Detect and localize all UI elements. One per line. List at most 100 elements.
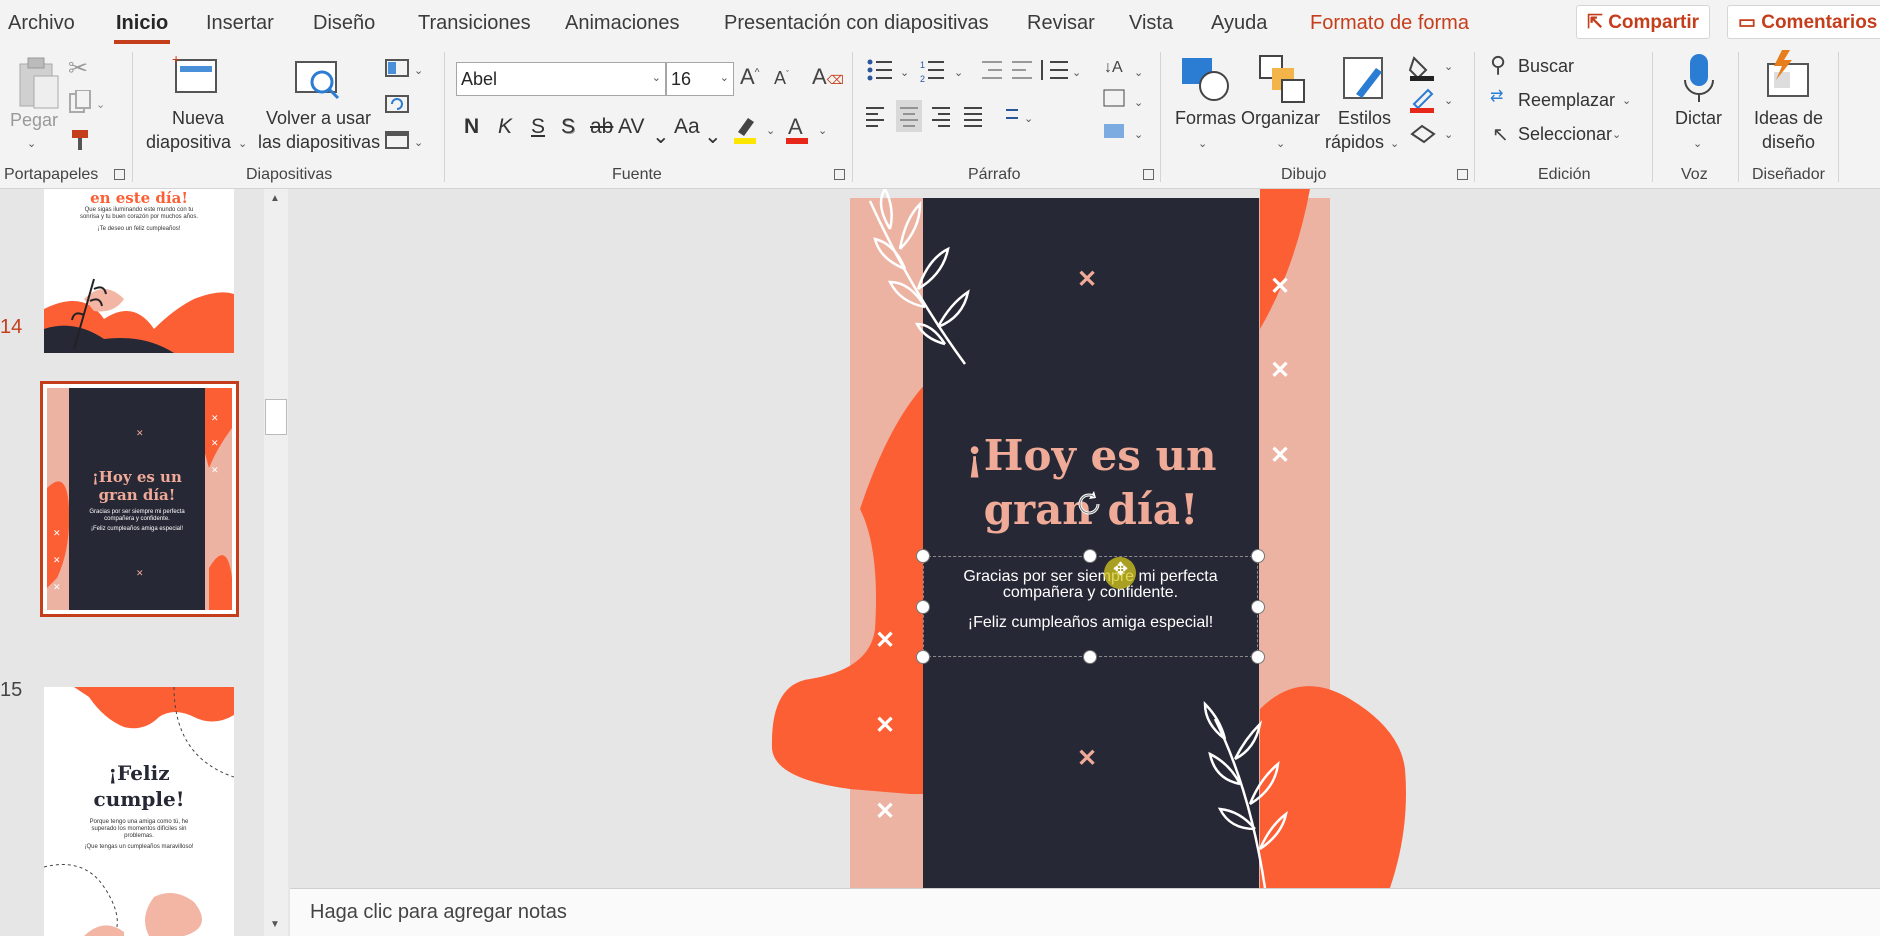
tab-transiciones[interactable]: Transiciones — [418, 12, 531, 35]
reuse-slides-label-2[interactable]: las diapositivas — [258, 130, 380, 154]
strikethrough-button[interactable]: ab — [590, 115, 613, 139]
replace-icon[interactable]: ⇄ — [1490, 86, 1503, 106]
cross-icon: ✕ — [1270, 357, 1291, 384]
paragraph-icons[interactable]: ⌄ 1 2 ⌄ ⌄ ⌄ ↓A ⌄ ⌄ ⌄ — [864, 56, 1164, 156]
new-slide-label-1[interactable]: Nueva — [172, 106, 224, 130]
new-slide-chevron-icon[interactable]: ⌄ — [238, 132, 247, 156]
bold-button[interactable]: N — [464, 115, 479, 139]
share-button[interactable]: ⇱ Compartir — [1576, 5, 1710, 39]
quick-styles-label-2[interactable]: rápidos — [1325, 130, 1384, 154]
comments-button[interactable]: ▭ Comentarios — [1727, 5, 1880, 39]
group-label-editing: Edición — [1538, 166, 1591, 183]
resize-handle-bottom-right[interactable] — [1251, 650, 1265, 664]
shrink-font-icon[interactable]: Aˇ — [774, 68, 789, 89]
notes-placeholder[interactable]: Haga clic para agregar notas — [310, 901, 567, 924]
change-case-button[interactable]: Aa — [674, 115, 700, 139]
shapes-icon[interactable] — [1180, 54, 1232, 104]
scrollbar-thumb[interactable] — [265, 399, 287, 435]
font-name-combo[interactable]: Abel ⌄ — [456, 62, 666, 96]
tab-archivo[interactable]: Archivo — [8, 12, 75, 35]
chevron-down-icon[interactable]: ⌄ — [652, 71, 661, 84]
grow-font-icon[interactable]: A^ — [740, 64, 759, 90]
rotate-handle-icon[interactable] — [1074, 489, 1104, 519]
drawing-launcher-icon[interactable] — [1457, 169, 1468, 180]
microphone-icon[interactable] — [1682, 52, 1716, 104]
tab-formato-forma[interactable]: Formato de forma — [1310, 12, 1469, 35]
paste-icon[interactable] — [12, 54, 62, 114]
fill-outline-effects-icons[interactable]: ⌄ ⌄ ⌄ — [1408, 52, 1458, 152]
slide-thumbnail-14-selected[interactable]: ¡Hoy es un gran día! Gracias por ser sie… — [40, 381, 239, 617]
char-spacing-button[interactable]: AV — [618, 115, 644, 139]
design-ideas-label-2[interactable]: diseño — [1762, 130, 1815, 154]
copy-icon[interactable]: ⌄ — [68, 90, 108, 116]
slide-title[interactable]: ¡Hoy es un gran día! — [923, 429, 1259, 537]
design-ideas-label-1[interactable]: Ideas de — [1754, 106, 1823, 130]
clipboard-launcher-icon[interactable] — [114, 169, 125, 180]
quick-styles-icon[interactable] — [1340, 54, 1390, 104]
chevron-down-icon[interactable]: ⌄ — [1276, 132, 1285, 156]
design-ideas-icon[interactable] — [1762, 50, 1814, 102]
paragraph-launcher-icon[interactable] — [1143, 169, 1154, 180]
new-slide-icon[interactable]: + — [172, 52, 220, 96]
dictate-button[interactable]: Dictar — [1675, 106, 1722, 130]
selected-text-box[interactable]: Gracias por ser siempre mi perfecta comp… — [923, 556, 1258, 657]
resize-handle-right[interactable] — [1251, 600, 1265, 614]
tab-vista[interactable]: Vista — [1129, 12, 1173, 35]
resize-handle-top-right[interactable] — [1251, 549, 1265, 563]
shadow-button[interactable]: S — [561, 115, 575, 139]
cursor-icon[interactable]: ↖ — [1492, 122, 1509, 147]
chevron-down-icon[interactable]: ⌄ — [720, 71, 729, 84]
tab-ayuda[interactable]: Ayuda — [1211, 12, 1267, 35]
notes-pane[interactable]: Haga clic para agregar notas — [290, 888, 1880, 936]
highlight-and-font-color-icons[interactable]: ⌄ A ⌄ — [732, 112, 832, 146]
paste-button[interactable]: Pegar — [10, 108, 58, 132]
arrange-icon[interactable] — [1258, 54, 1308, 104]
slide-thumbnail-13[interactable]: en este día! Que sigas iluminando este m… — [44, 189, 234, 353]
arrange-button[interactable]: Organizar — [1241, 106, 1320, 130]
slide-thumbnail-15[interactable]: ¡Feliz cumple! Porque tengo una amiga co… — [44, 687, 234, 936]
tab-presentacion[interactable]: Presentación con diapositivas — [724, 12, 989, 35]
thumbnails-scrollbar[interactable]: ▲ ▼ — [264, 189, 288, 936]
search-icon[interactable]: ⚲ — [1490, 52, 1506, 78]
chevron-down-icon[interactable]: ⌄ — [1198, 132, 1207, 156]
quick-styles-label-1[interactable]: Estilos — [1338, 106, 1391, 130]
cross-icon: ✕ — [1270, 273, 1291, 300]
replace-button[interactable]: Reemplazar — [1518, 90, 1615, 111]
select-button[interactable]: Seleccionar — [1518, 124, 1612, 145]
scroll-down-icon[interactable]: ▼ — [270, 919, 280, 930]
chevron-down-icon[interactable]: ⌄ — [1612, 128, 1621, 141]
slide-number-15: 15 — [0, 679, 23, 701]
tab-insertar[interactable]: Insertar — [206, 12, 274, 35]
chevron-down-icon[interactable]: ⌄ — [652, 124, 670, 149]
body-line-3: ¡Feliz cumpleaños amiga especial! — [967, 614, 1214, 631]
underline-button[interactable]: S — [531, 115, 545, 139]
chevron-down-icon[interactable]: ⌄ — [1390, 132, 1399, 156]
font-size-combo[interactable]: 16 ⌄ — [666, 62, 734, 96]
italic-button[interactable]: K — [498, 115, 512, 139]
layout-reset-section-icons[interactable]: ⌄ ⌄ — [384, 56, 428, 166]
scroll-up-icon[interactable]: ▲ — [270, 193, 280, 204]
resize-handle-top-left[interactable] — [916, 549, 930, 563]
resize-handle-left[interactable] — [916, 600, 930, 614]
chevron-down-icon[interactable]: ⌄ — [704, 124, 722, 149]
find-button[interactable]: Buscar — [1518, 56, 1574, 77]
format-painter-icon[interactable] — [68, 128, 94, 154]
chevron-down-icon[interactable]: ⌄ — [1622, 94, 1631, 107]
tab-animaciones[interactable]: Animaciones — [565, 12, 680, 35]
cut-icon[interactable]: ✂ — [68, 54, 88, 83]
resize-handle-top[interactable] — [1083, 549, 1097, 563]
paste-chevron-icon[interactable]: ⌄ — [27, 132, 36, 156]
resize-handle-bottom-left[interactable] — [916, 650, 930, 664]
reuse-slides-icon[interactable] — [294, 58, 344, 102]
resize-handle-bottom[interactable] — [1083, 650, 1097, 664]
reuse-slides-label-1[interactable]: Volver a usar — [266, 106, 371, 130]
shapes-button[interactable]: Formas — [1175, 106, 1236, 130]
tab-diseno[interactable]: Diseño — [313, 12, 375, 35]
thumb-text: compañera y confidente. — [104, 516, 170, 522]
tab-inicio[interactable]: Inicio — [113, 12, 171, 44]
tab-revisar[interactable]: Revisar — [1027, 12, 1095, 35]
clear-format-icon[interactable]: A⌫ — [812, 64, 844, 90]
chevron-down-icon[interactable]: ⌄ — [1693, 132, 1702, 156]
new-slide-label-2[interactable]: diapositiva — [146, 130, 231, 154]
font-launcher-icon[interactable] — [834, 169, 845, 180]
